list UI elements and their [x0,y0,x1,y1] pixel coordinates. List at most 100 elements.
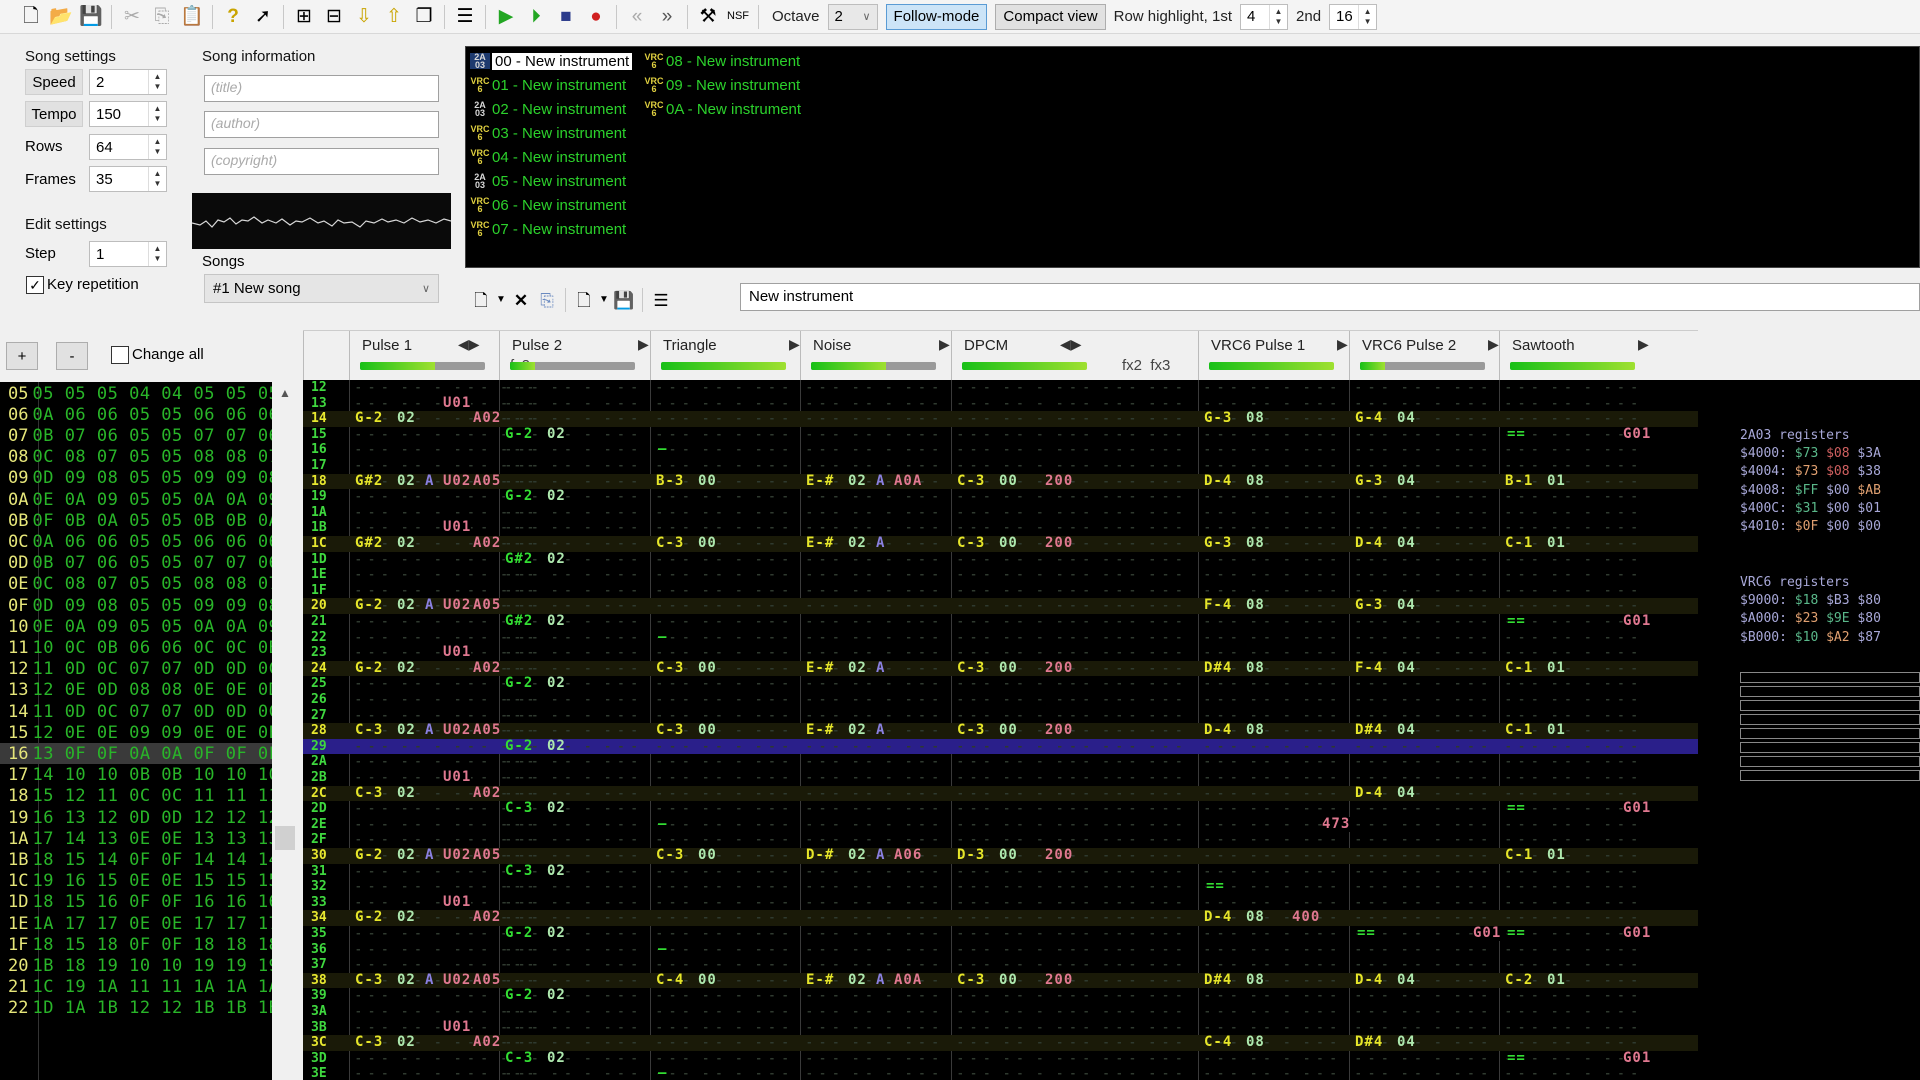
pattern-row[interactable]: 36- - - - - - - - - - - -- - - - - - - -… [303,941,1698,958]
expand-arrow-icon[interactable]: ▶ [1337,336,1348,353]
instrument-item[interactable]: 2A 03 00 - New instrument [470,50,633,72]
pattern-row[interactable]: 30- - - - - - - - - - - - G-2 02 A U02 A05- -… [303,848,1698,864]
speed-spinner[interactable]: 2 ▲ ▼ [89,69,167,95]
copy-icon[interactable]: ⎘ [147,2,177,32]
next-track-icon[interactable]: » [652,2,682,32]
instrument-item[interactable]: 2A 03 05 - New instrument [470,170,626,192]
settings-icon[interactable]: ⚒ [693,2,723,32]
frame-row[interactable]: 0A 0E 0A 09 05 05 0A 0A 09 [0,489,279,510]
expand-collapse-arrows-icon[interactable]: ◀▶ [458,336,480,353]
channel-header-noise[interactable]: Noise ▶ [800,331,951,381]
instrument-item[interactable]: 2A 03 02 - New instrument [470,98,626,120]
frame-row[interactable]: 16 13 0F 0F 0A 0A 0F 0F 0F [0,743,279,765]
pattern-row[interactable]: 13- - - - - - - - - - - -U01- - - - - - … [303,395,1698,412]
play-icon[interactable]: ▶ [491,2,521,32]
frame-scrollbar[interactable]: ▲ [272,382,298,1080]
pattern-row[interactable]: 12- - - - - - - - - - - -- - - - - - - -… [303,380,1698,396]
frame-row[interactable]: 1E 1A 17 17 0E 0E 17 17 17 [0,913,279,934]
frame-row[interactable]: 1C 19 16 15 0E 0E 15 15 15 [0,871,279,892]
pattern-row[interactable]: 21- - - - - - - - - - - -- - - - - - - -… [303,614,1698,630]
remove-instrument-icon[interactable]: ✕ [508,285,534,315]
open-folder-icon[interactable]: 📂 [46,2,76,32]
pattern-row[interactable]: 1B- - - - - - - - - - - -U01- - - - - - … [303,520,1698,536]
title-input[interactable]: (title) [204,75,439,102]
frame-row[interactable]: 22 1D 1A 1B 12 12 1B 1B 1B [0,998,279,1019]
scroll-up-icon[interactable]: ▲ [272,386,298,400]
frame-row[interactable]: 19 16 13 12 0D 0D 12 12 12 [0,807,279,828]
pattern-row[interactable]: 20- - - - - - - - - - - - G-2 02 A U02 A05- -… [303,598,1698,614]
channel-header-pulse-2[interactable]: Pulse 2 ▶ [499,331,650,381]
new-file-icon[interactable]: 🗋 [16,2,46,32]
frame-row[interactable]: 0C 0A 06 06 05 05 06 06 06 [0,531,279,552]
instrument-item[interactable]: VRC 6 09 - New instrument [644,74,800,96]
spin-arrows-icon[interactable]: ▲ ▼ [1358,4,1376,29]
insert-frame-icon[interactable]: ⊞ [289,2,319,32]
move-frame-down-icon[interactable]: ⇩ [349,2,379,32]
pattern-row[interactable]: 25- - - - - - - - - - - -- - - - - - - -… [303,676,1698,692]
pattern-row[interactable]: 34- - - - - - - - - - - - G-2 02 A02- - - -… [303,910,1698,926]
expand-arrow-icon[interactable]: ▶ [638,336,649,353]
frame-row[interactable]: 0F 0D 09 08 05 05 09 09 08 [0,595,279,616]
save-icon[interactable]: 💾 [76,2,106,32]
song-select[interactable]: #1 New song ∨ [204,274,439,303]
frame-row[interactable]: 15 12 0E 0E 09 09 0E 0E 0E [0,722,279,743]
frame-row[interactable]: 21 1C 19 1A 11 11 1A 1A 1A [0,977,279,998]
frame-row[interactable]: 0D 0B 07 06 05 05 07 07 06 [0,553,279,574]
frame-row[interactable]: 1A 17 14 13 0E 0E 13 13 13 [0,828,279,849]
rows-spinner[interactable]: 64 ▲ ▼ [89,134,167,160]
follow-mode-button[interactable]: Follow-mode [885,3,988,30]
paste-icon[interactable]: 📋 [177,2,207,32]
frame-row[interactable]: 13 12 0E 0D 08 08 0E 0E 0D [0,680,279,701]
spin-arrows-icon[interactable]: ▲ ▼ [148,167,166,191]
expand-collapse-arrows-icon[interactable]: ◀▶ [1060,336,1082,353]
pattern-editor[interactable]: 12- - - - - - - - - - - -- - - - - - - -… [303,380,1698,1080]
pattern-row[interactable]: 2F - - - - - - - - - - - -- - - - - - - -… [303,832,1698,848]
frame-row[interactable]: 1B 18 15 14 0F 0F 14 14 14 [0,849,279,870]
pattern-row[interactable]: 1C - - - - - - - - - - - - G#2 02 A02- - - -… [303,536,1698,552]
pattern-row[interactable]: 29- - - - - - - - - - - -- - - - - - - -… [303,738,1698,755]
pattern-row[interactable]: 39- - - - - - - - - - - -- - - - - - - -… [303,988,1698,1004]
pattern-row[interactable]: 1E - - - - - - - - - - - -- - - - - - - -… [303,567,1698,583]
tempo-spinner[interactable]: 150 ▲ ▼ [89,101,167,127]
pattern-row[interactable]: 1F - - - - - - - - - - - -- - - - - - - -… [303,583,1698,599]
channel-header-pulse-1[interactable]: Pulse 1◀▶fx2 [349,331,530,381]
pattern-row[interactable]: 3A - - - - - - - - - - - -- - - - - - - -… [303,1004,1698,1020]
pattern-row[interactable]: 3E - - - - - - - - - - - -- - - - - - - -… [303,1066,1698,1080]
spin-arrows-icon[interactable]: ▲ ▼ [148,242,166,266]
move-frame-up-icon[interactable]: ⇧ [379,2,409,32]
expand-arrow-icon[interactable]: ▶ [1638,336,1649,353]
pattern-row[interactable]: 16- - - - - - - - - - - -- - - - - - - -… [303,442,1698,458]
pattern-row[interactable]: 19- - - - - - - - - - - -- - - - - - - -… [303,489,1698,505]
cut-icon[interactable]: ✂ [117,2,147,32]
pattern-row[interactable]: 2D - - - - - - - - - - - -- - - - - - - -… [303,801,1698,817]
context-help-icon[interactable]: ➚ [248,2,278,32]
pattern-row[interactable]: 2C - - - - - - - - - - - - C-3 02 A02- - - -… [303,785,1698,802]
frame-row[interactable]: 0B 0F 0B 0A 05 05 0B 0B 0A [0,510,279,531]
instrument-item[interactable]: VRC 6 01 - New instrument [470,74,626,96]
instrument-item[interactable]: VRC 6 04 - New instrument [470,146,626,168]
channel-header-dpcm[interactable]: DPCM ◀▶ fx2 fx3 [951,331,1198,381]
frame-row[interactable]: 20 1B 18 19 10 10 19 19 19 [0,955,279,976]
instrument-item[interactable]: VRC 6 0A - New instrument [644,98,801,120]
frame-editor[interactable]: 05 05 05 05 04 04 05 05 05 06 0A 06 06 05 0… [0,382,279,1080]
save-instrument-icon[interactable]: 💾 [611,285,637,315]
pattern-row[interactable]: 22- - - - - - - - - - - -- - - - - - - -… [303,629,1698,646]
frame-row[interactable]: 12 11 0D 0C 07 07 0D 0D 0C [0,659,279,680]
add-frame-button[interactable]: + [6,342,38,370]
frame-row[interactable]: 06 0A 06 06 05 05 06 06 06 [0,404,279,425]
dropdown-icon[interactable]: ▼ [494,285,508,315]
frame-row[interactable]: 14 11 0D 0C 07 07 0D 0D 0C [0,701,279,722]
frame-row[interactable]: 08 0C 08 07 05 05 08 08 07 [0,447,279,468]
channel-header-triangle[interactable]: Triangle ▶ [650,331,800,381]
frame-row[interactable]: 1F 18 15 18 0F 0F 18 18 18 [0,934,279,955]
frame-row[interactable]: 0E 0C 08 07 05 05 08 08 07 [0,574,279,595]
dropdown-icon[interactable]: ▼ [597,285,611,315]
spin-arrows-icon[interactable]: ▲ ▼ [148,135,166,159]
pattern-row[interactable]: 26- - - - - - - - - - - -- - - - - - - -… [303,692,1698,708]
pattern-row[interactable]: 3C - - - - - - - - - - - - C-3 02 A02- - - -… [303,1035,1698,1051]
instrument-item[interactable]: VRC 6 08 - New instrument [644,50,800,72]
frame-row[interactable]: 07 0B 07 06 05 05 07 07 06 [0,425,279,446]
instrument-name-input[interactable]: New instrument [740,283,1920,311]
row-highlight-2nd-spinner[interactable]: 16 ▲ ▼ [1329,3,1378,30]
pattern-row[interactable]: 3D - - - - - - - - - - - -- - - - - - - -… [303,1050,1698,1067]
